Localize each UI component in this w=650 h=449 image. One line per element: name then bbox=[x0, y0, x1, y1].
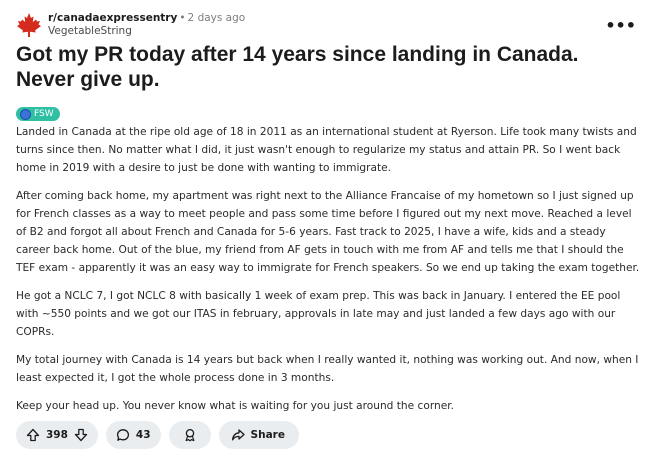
comment-icon bbox=[116, 428, 130, 442]
comment-count: 43 bbox=[135, 429, 151, 441]
share-button[interactable]: Share bbox=[218, 421, 299, 449]
post-title[interactable]: Got my PR today after 14 years since lan… bbox=[16, 42, 640, 92]
flair-label: FSW bbox=[34, 109, 54, 119]
share-label: Share bbox=[250, 429, 285, 441]
post-time: 2 days ago bbox=[187, 12, 246, 24]
vote-count: 398 bbox=[46, 429, 68, 441]
post-body: Landed in Canada at the ripe old age of … bbox=[16, 123, 640, 425]
more-options-button[interactable]: ••• bbox=[605, 16, 636, 35]
body-paragraph: After coming back home, my apartment was… bbox=[16, 190, 640, 274]
post-header: r/canadaexpressentry • 2 days ago Vegetabl… bbox=[16, 10, 638, 40]
subreddit-avatar[interactable] bbox=[16, 12, 42, 38]
vote-control: 398 bbox=[16, 421, 98, 449]
body-paragraph: Landed in Canada at the ripe old age of … bbox=[16, 126, 637, 174]
more-icon: ••• bbox=[605, 16, 636, 35]
body-paragraph: He got a NCLC 7, I got NCLC 8 with basic… bbox=[16, 290, 621, 338]
upvote-icon[interactable] bbox=[26, 428, 40, 442]
maple-leaf-icon bbox=[17, 13, 41, 37]
subreddit-link[interactable]: r/canadaexpressentry bbox=[48, 12, 177, 24]
post-meta: r/canadaexpressentry • 2 days ago Vegetabl… bbox=[48, 12, 245, 38]
username-link[interactable]: VegetableString bbox=[48, 25, 245, 38]
meta-separator: • bbox=[179, 12, 186, 24]
award-icon bbox=[183, 428, 197, 442]
body-paragraph: My total journey with Canada is 14 years… bbox=[16, 354, 639, 384]
post-actions: 398 43 Share bbox=[16, 421, 299, 449]
body-paragraph: Keep your head up. You never know what i… bbox=[16, 400, 454, 412]
award-button[interactable] bbox=[168, 421, 211, 449]
share-icon bbox=[231, 428, 245, 442]
post-flair[interactable]: FSW bbox=[16, 107, 60, 121]
downvote-icon[interactable] bbox=[74, 428, 88, 442]
globe-icon bbox=[20, 108, 31, 120]
comments-button[interactable]: 43 bbox=[105, 421, 161, 449]
